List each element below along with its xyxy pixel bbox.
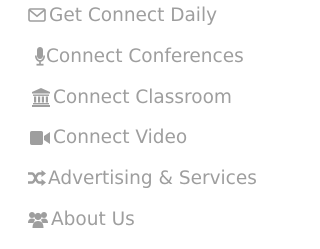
- random-icon: [28, 170, 46, 186]
- menu-item-connect-classroom[interactable]: Connect Classroom: [0, 83, 302, 113]
- menu-item-advertising-services[interactable]: Advertising & Services: [0, 164, 302, 194]
- menu-item-label: Connect Video: [53, 126, 188, 148]
- menu-item-about-us[interactable]: About Us: [0, 205, 302, 235]
- institution-icon: [32, 88, 50, 107]
- envelope-icon: [28, 8, 46, 22]
- menu-item-label: Connect Conferences: [46, 45, 244, 67]
- footer-link-menu: Get Connect Daily Connect Conferences Co…: [0, 0, 302, 249]
- menu-item-label: Get Connect Daily: [49, 4, 218, 26]
- menu-item-connect-conferences[interactable]: Connect Conferences: [0, 42, 302, 72]
- users-icon: [28, 212, 48, 228]
- microphone-icon: [35, 47, 45, 66]
- menu-item-connect-video[interactable]: Connect Video: [0, 123, 302, 153]
- menu-item-get-connect-daily[interactable]: Get Connect Daily: [0, 1, 302, 31]
- menu-item-label: Connect Classroom: [53, 86, 232, 108]
- menu-item-label: About Us: [51, 208, 135, 230]
- menu-item-label: Advertising & Services: [48, 167, 257, 189]
- video-camera-icon: [30, 131, 50, 145]
